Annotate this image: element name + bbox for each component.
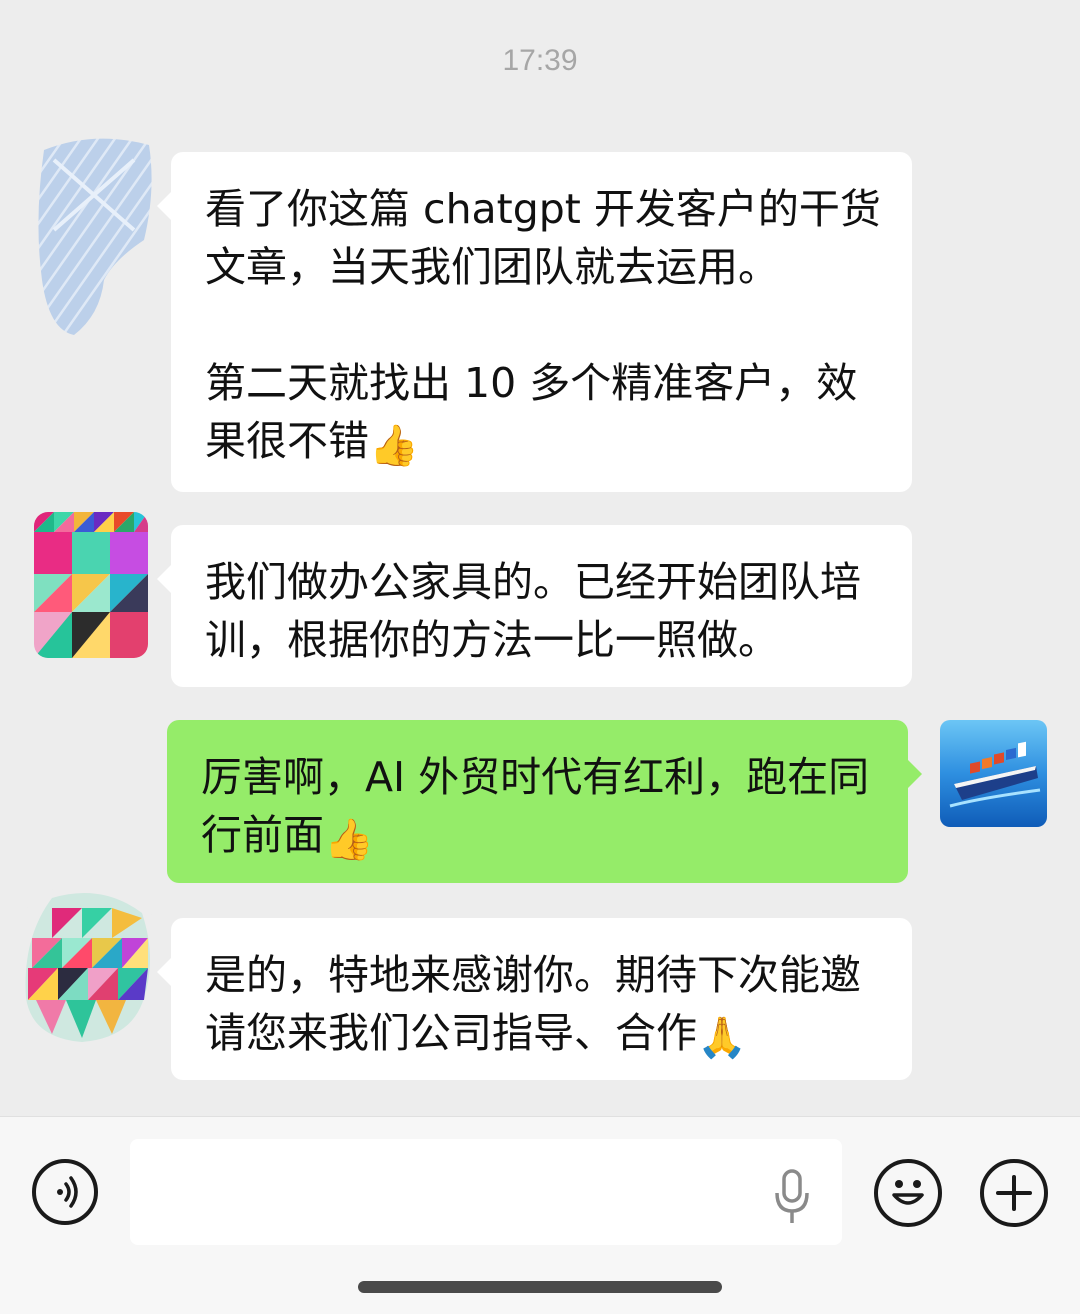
chat-input-bar [0, 1116, 1080, 1314]
message-bubble-incoming[interactable]: 我们做办公家具的。已经开始团队培训，根据你的方法一比一照做。 [157, 525, 912, 687]
message-bubble-incoming[interactable]: 看了你这篇 chatgpt 开发客户的干货文章，当天我们团队就去运用。 第二天就… [157, 152, 912, 492]
microphone-icon[interactable] [772, 1169, 812, 1225]
contact-avatar-mosaic[interactable] [34, 512, 148, 658]
message-text: 看了你这篇 chatgpt 开发客户的干货文章，当天我们团队就去运用。 第二天就… [205, 185, 881, 465]
message-bubble-outgoing[interactable]: 厉害啊，AI 外贸时代有红利，跑在同行前面👍 [167, 720, 922, 883]
contact-avatar-blurred[interactable] [34, 130, 156, 340]
message-input[interactable] [130, 1139, 842, 1245]
contact-avatar-mosaic[interactable] [22, 888, 154, 1044]
emoji-smile-icon[interactable] [874, 1159, 942, 1227]
home-indicator[interactable] [358, 1281, 722, 1293]
my-avatar-ship[interactable] [940, 720, 1047, 827]
message-timestamp: 17:39 [502, 44, 578, 77]
message-bubble-incoming[interactable]: 是的，特地来感谢你。期待下次能邀请您来我们公司指导、合作🙏 [157, 918, 912, 1080]
thumbs-up-icon: 👍 [369, 423, 419, 469]
plus-icon[interactable] [980, 1159, 1048, 1227]
folded-hands-icon: 🙏 [697, 1015, 747, 1061]
voice-mode-icon[interactable] [32, 1159, 98, 1225]
chat-screen: 17:39 看了你这篇 chatgpt 开发客户的干货文章，当天我们团队就去运用… [0, 0, 1080, 1314]
message-text: 我们做办公家具的。已经开始团队培训，根据你的方法一比一照做。 [205, 558, 861, 664]
thumbs-up-icon: 👍 [324, 817, 374, 863]
message-text: 是的，特地来感谢你。期待下次能邀请您来我们公司指导、合作 [205, 951, 861, 1057]
message-text: 厉害啊，AI 外贸时代有红利，跑在同行前面 [201, 753, 870, 859]
